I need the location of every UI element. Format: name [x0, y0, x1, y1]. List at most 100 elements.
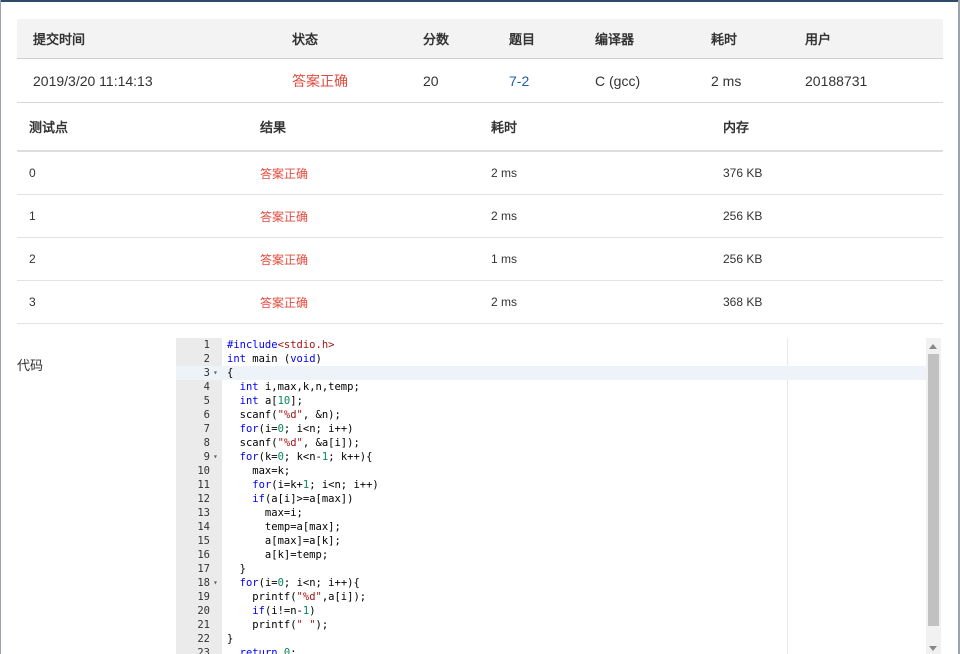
code-text: int a[10];	[239, 395, 303, 407]
line-number: 21	[197, 619, 210, 631]
code-text: a[k]=temp;	[227, 549, 329, 561]
summary-row: 2019/3/20 11:14:13 答案正确 20 7-2 C (gcc) 2…	[17, 59, 943, 103]
line-number: 16	[197, 549, 210, 561]
code-text: return 0;	[239, 647, 297, 654]
code-text: for(i=0; i<n; i++)	[239, 423, 354, 435]
case-memory: 368 KB	[723, 295, 763, 309]
code-line: 19 printf("%d",a[i]);	[176, 590, 926, 604]
line-number: 1	[203, 339, 210, 351]
table-row: 0 答案正确 2 ms 376 KB	[17, 152, 943, 195]
line-number: 14	[197, 521, 210, 533]
submission-summary-table: 提交时间 状态 分数 题目 编译器 耗时 用户 2019/3/20 11:14:…	[17, 19, 943, 103]
left-border	[0, 0, 1, 654]
case-time: 1 ms	[491, 252, 518, 266]
compiler: C (gcc)	[595, 72, 641, 89]
code-line: 8 scanf("%d", &a[i]);	[176, 436, 926, 450]
code-line: 10 max=k;	[176, 464, 926, 478]
code-line: 5 int a[10];	[176, 394, 926, 408]
code-text: scanf("%d", &n);	[227, 409, 341, 421]
line-number: 15	[197, 535, 210, 547]
code-text: max=k;	[227, 465, 291, 477]
submit-time: 2019/3/20 11:14:13	[33, 72, 153, 89]
code-text: #include<stdio.h>	[227, 339, 335, 351]
case-id: 0	[29, 166, 36, 180]
header-user: 用户	[805, 32, 832, 47]
case-time: 2 ms	[491, 209, 518, 223]
code-line: 20 if(i!=n-1)	[176, 604, 926, 618]
code-line: 6 scanf("%d", &n);	[176, 408, 926, 422]
code-text: temp=a[max];	[227, 521, 341, 533]
code-text: if(a[i]>=a[max])	[252, 493, 354, 505]
table-row: 3 答案正确 2 ms 368 KB	[17, 281, 943, 324]
code-text: a[max]=a[k];	[227, 535, 341, 547]
cases-header-row: 测试点 结果 耗时 内存	[17, 103, 943, 152]
code-text: }	[227, 563, 246, 575]
case-time: 2 ms	[491, 166, 518, 180]
line-number: 6	[203, 409, 210, 421]
code-lines: 1 #include<stdio.h> 2 int main (void) 3 ▾{4 i…	[176, 338, 926, 654]
summary-header-row: 提交时间 状态 分数 题目 编译器 耗时 用户	[17, 19, 943, 59]
problem-link[interactable]: 7-2	[509, 59, 529, 102]
code-text: printf(" ");	[227, 619, 329, 631]
header-time: 耗时	[711, 32, 738, 47]
code-text: if(i!=n-1)	[252, 605, 316, 617]
line-number: 3	[203, 367, 210, 379]
line-number: 8	[203, 437, 210, 449]
scroll-down-arrow-icon[interactable]	[929, 646, 937, 651]
line-number: 13	[197, 507, 210, 519]
code-text: scanf("%d", &a[i]);	[227, 437, 360, 449]
code-line: 14 temp=a[max];	[176, 520, 926, 534]
fold-toggle-icon[interactable]: ▾	[213, 450, 218, 464]
header-test-point: 测试点	[29, 120, 69, 135]
code-line: 22}	[176, 632, 926, 646]
code-text: printf("%d",a[i]);	[227, 591, 367, 603]
case-memory: 376 KB	[723, 166, 763, 180]
code-label: 代码	[17, 358, 44, 373]
line-number: 23	[197, 647, 210, 654]
case-result: 答案正确	[260, 209, 309, 224]
line-number: 4	[203, 381, 210, 393]
code-line: 9 ▾ for(k=0; k<n-1; k++){	[176, 450, 926, 464]
case-result: 答案正确	[260, 295, 309, 310]
status-text: 答案正确	[292, 72, 348, 89]
header-compiler: 编译器	[595, 32, 635, 47]
code-line: 2 int main (void)	[176, 352, 926, 366]
header-score: 分数	[423, 32, 450, 47]
header-case-time: 耗时	[491, 120, 518, 135]
run-time: 2 ms	[711, 72, 742, 89]
code-line: 13 max=i;	[176, 506, 926, 520]
line-number: 18	[197, 577, 210, 589]
code-text: int main (void)	[227, 353, 322, 365]
scrollbar-thumb[interactable]	[928, 354, 939, 626]
header-status: 状态	[292, 32, 319, 47]
code-editor[interactable]: 1 #include<stdio.h> 2 int main (void) 3 ▾{4 i…	[176, 338, 941, 654]
scroll-up-arrow-icon[interactable]	[929, 344, 937, 349]
line-number: 7	[203, 423, 210, 435]
case-id: 2	[29, 252, 36, 266]
code-text: for(i=0; i<n; i++){	[239, 577, 360, 589]
line-number: 12	[197, 493, 210, 505]
top-border	[0, 0, 960, 2]
code-line: 16 a[k]=temp;	[176, 548, 926, 562]
fold-toggle-icon[interactable]: ▾	[213, 366, 218, 380]
code-text: for(k=0; k<n-1; k++){	[239, 451, 373, 463]
case-result: 答案正确	[260, 166, 309, 181]
line-number: 20	[197, 605, 210, 617]
code-text: max=i;	[227, 507, 303, 519]
code-line: 4 int i,max,k,n,temp;	[176, 380, 926, 394]
table-row: 1 答案正确 2 ms 256 KB	[17, 195, 943, 238]
code-line: 21 printf(" ");	[176, 618, 926, 632]
score: 20	[423, 72, 439, 89]
line-number: 19	[197, 591, 210, 603]
code-line: 12 if(a[i]>=a[max])	[176, 492, 926, 506]
line-number: 10	[197, 465, 210, 477]
code-text: {	[227, 367, 234, 379]
code-line: 1 #include<stdio.h>	[176, 338, 926, 352]
code-line: 11 for(i=k+1; i<n; i++)	[176, 478, 926, 492]
case-time: 2 ms	[491, 295, 518, 309]
editor-scrollbar[interactable]	[926, 338, 941, 654]
fold-toggle-icon[interactable]: ▾	[213, 576, 218, 590]
code-text: }	[227, 633, 234, 645]
code-line: 23 return 0;	[176, 646, 926, 654]
code-text: int i,max,k,n,temp;	[239, 381, 360, 393]
